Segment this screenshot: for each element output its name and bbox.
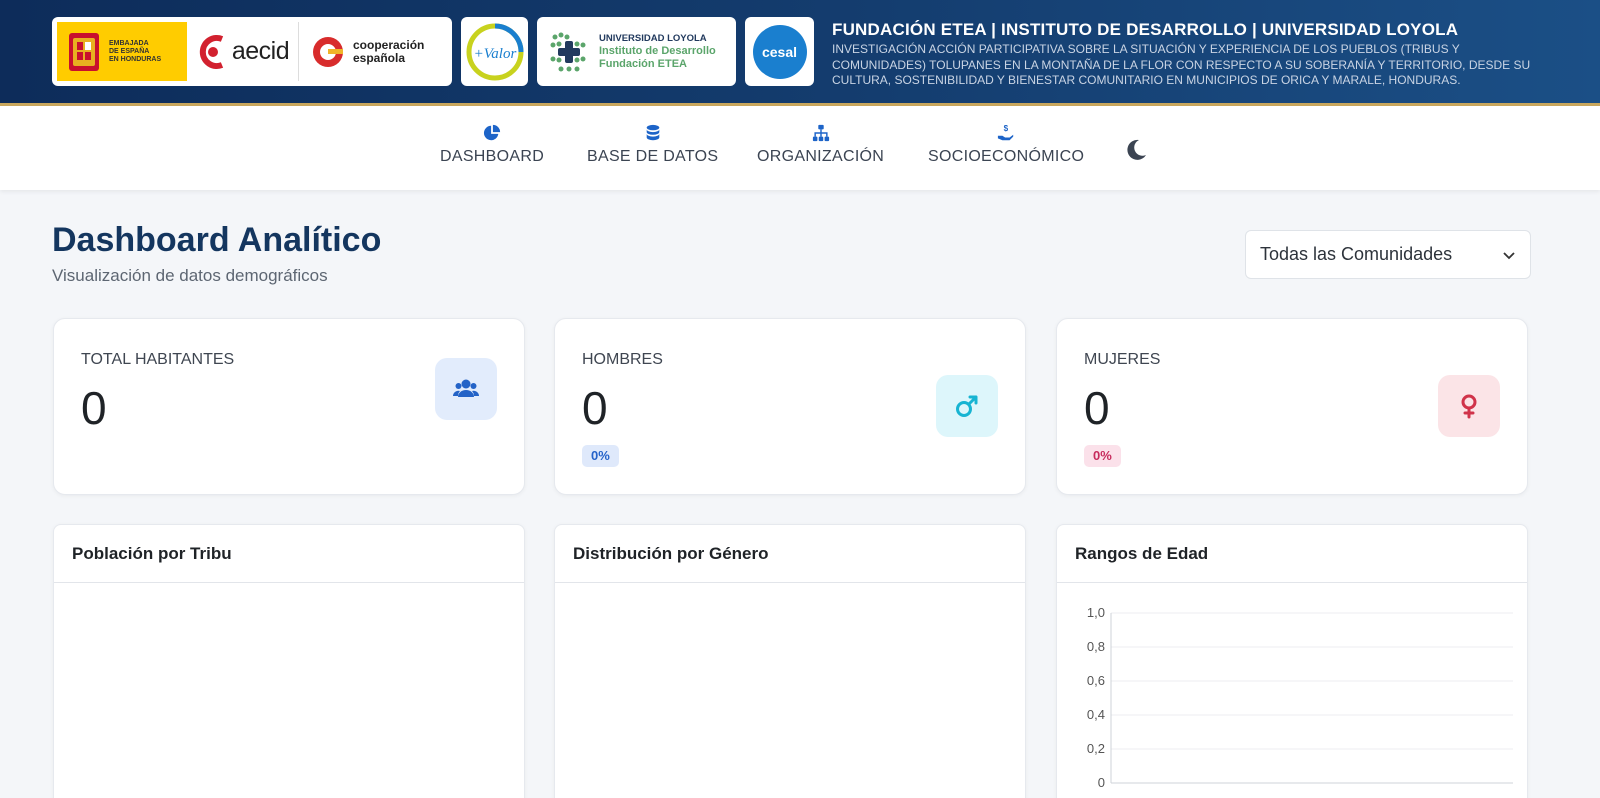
cesal-circle: cesal	[752, 24, 807, 79]
stat-total-icon-box	[435, 358, 497, 420]
cesal-logo: cesal	[745, 17, 814, 86]
banner-title: FUNDACIÓN ETEA | INSTITUTO DE DESARROLLO…	[832, 20, 1459, 39]
moon-icon	[1127, 139, 1146, 160]
database-icon	[646, 124, 659, 141]
loyola-line1: UNIVERSIDAD LOYOLA	[599, 32, 707, 44]
stat-total-label: TOTAL HABITANTES	[81, 351, 235, 368]
stat-card-mujeres: MUJERES 0 0%	[1056, 318, 1528, 495]
community-select[interactable]: Todas las Comunidades	[1245, 230, 1531, 279]
chevron-down-icon	[1503, 251, 1515, 259]
mars-icon	[956, 395, 978, 417]
stat-hombres-badge: 0%	[582, 445, 619, 467]
venus-icon	[1461, 394, 1477, 419]
cooperacion-mark-icon	[313, 36, 343, 67]
stat-hombres-icon-box	[936, 375, 998, 437]
loyola-line3: Fundación ETEA	[599, 57, 687, 70]
hand-holding-dollar-icon: $	[998, 124, 1014, 141]
nav-base-datos-label: BASE DE DATOS	[587, 148, 719, 165]
svg-text:$: $	[1004, 124, 1009, 133]
stat-mujeres-label: MUJERES	[1084, 351, 1161, 368]
y-tick-label: 0,4	[1087, 707, 1105, 722]
y-tick-label: 0,2	[1087, 741, 1105, 756]
nav-socioeconomico-label: SOCIOECONÓMICO	[928, 148, 1085, 165]
nav-socioeconomico[interactable]: $ SOCIOECONÓMICO	[928, 124, 1084, 166]
embajada-logo: EMBAJADA DE ESPAÑA EN HONDURAS	[57, 22, 187, 81]
nav-base-datos[interactable]: BASE DE DATOS	[587, 124, 718, 166]
loyola-dots-icon	[550, 32, 586, 71]
aecid-logo: aecid	[187, 22, 299, 81]
svg-text:+Valor: +Valor	[473, 46, 516, 62]
users-icon	[452, 379, 480, 397]
mas-valor-logo: +Valor	[461, 17, 528, 86]
y-tick-label: 1,0	[1087, 605, 1105, 620]
chart-pie-icon	[483, 124, 501, 141]
loyola-logo: UNIVERSIDAD LOYOLA Instituto de Desarrol…	[537, 17, 736, 86]
chart-card-tribu: Población por Tribu	[53, 524, 525, 798]
aecid-text: aecid	[231, 37, 290, 65]
mas-valor-icon: +Valor	[466, 23, 523, 80]
chart-tribu-title: Población por Tribu	[54, 525, 524, 583]
stat-mujeres-badge: 0%	[1084, 445, 1121, 467]
nav-dashboard-label: DASHBOARD	[440, 148, 545, 165]
page-subtitle: Visualización de datos demográficos	[52, 266, 328, 285]
sponsor-logos: EMBAJADA DE ESPAÑA EN HONDURAS aecid coo…	[52, 17, 452, 86]
header-banner: EMBAJADA DE ESPAÑA EN HONDURAS aecid coo…	[0, 0, 1600, 106]
chart-card-genero: Distribución por Género	[554, 524, 1026, 798]
banner-subtitle: INVESTIGACIÓN ACCIÓN PARTICIPATIVA SOBRE…	[832, 42, 1531, 87]
age-range-chart: 0 0,2 0,4 0,6 0,8 1,0	[1087, 605, 1513, 790]
y-tick-label: 0	[1098, 775, 1105, 790]
embajada-text: EMBAJADA DE ESPAÑA EN HONDURAS	[109, 39, 162, 63]
aecid-mark-icon	[199, 34, 223, 69]
cooperacion-logo: cooperación española	[299, 22, 447, 81]
spain-coat-of-arms-icon	[69, 32, 99, 71]
nav-organizacion-label: ORGANIZACIÓN	[757, 148, 885, 165]
chart-genero-title: Distribución por Género	[555, 525, 1025, 583]
y-tick-label: 0,6	[1087, 673, 1105, 688]
stat-card-hombres: HOMBRES 0 0%	[554, 318, 1026, 495]
stat-mujeres-icon-box	[1438, 375, 1500, 437]
community-select-value: Todas las Comunidades	[1260, 244, 1453, 264]
main-nav: DASHBOARD BASE DE DATOS ORGANIZACIÓN $ S…	[0, 106, 1600, 190]
stat-mujeres-value: 0	[1084, 382, 1110, 434]
stat-total-value: 0	[81, 382, 107, 434]
page-title: Dashboard Analítico	[52, 221, 382, 259]
chart-card-edad: Rangos de Edad 0 0,2 0,4 0,6 0,8 1,0	[1056, 524, 1528, 798]
nav-organizacion[interactable]: ORGANIZACIÓN	[757, 124, 884, 166]
theme-toggle-button[interactable]	[1123, 137, 1149, 163]
cesal-text: cesal	[761, 43, 798, 60]
stat-card-total: TOTAL HABITANTES 0	[53, 318, 525, 495]
stat-hombres-value: 0	[582, 382, 608, 434]
y-tick-label: 0,8	[1087, 639, 1105, 654]
loyola-line2: Instituto de Desarrollo	[599, 45, 716, 58]
stat-hombres-label: HOMBRES	[582, 351, 663, 368]
sitemap-icon	[812, 124, 829, 142]
loyola-text: UNIVERSIDAD LOYOLA Instituto de Desarrol…	[599, 33, 716, 71]
chart-edad-title: Rangos de Edad	[1057, 525, 1527, 583]
nav-dashboard[interactable]: DASHBOARD	[440, 124, 544, 166]
cooperacion-text: cooperación española	[353, 37, 425, 65]
